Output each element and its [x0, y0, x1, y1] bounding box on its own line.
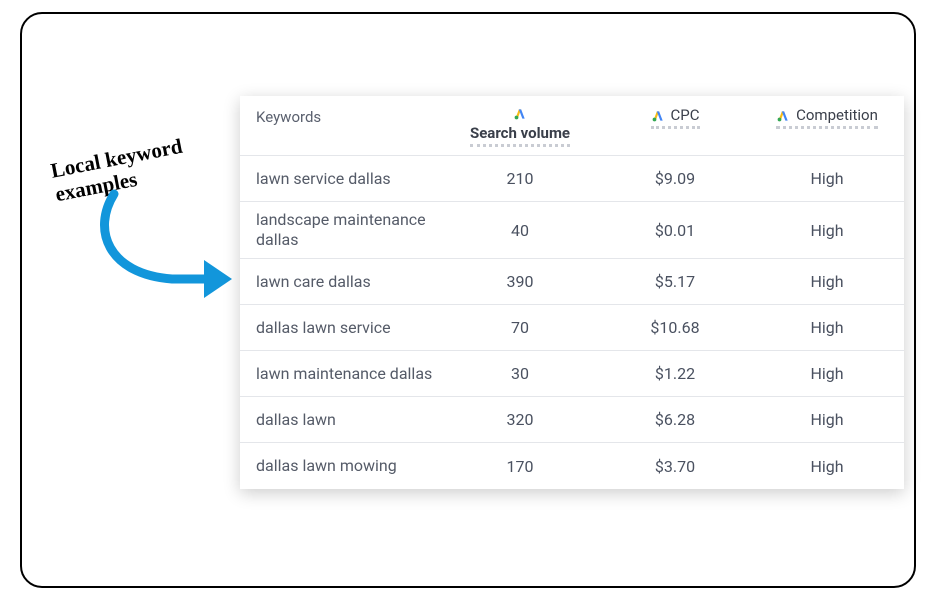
table-row[interactable]: lawn maintenance dallas30$1.22High	[240, 351, 904, 397]
cell-keyword: dallas lawn service	[240, 318, 440, 338]
cell-keyword: landscape maintenance dallas	[240, 210, 440, 250]
cell-keyword: dallas lawn	[240, 410, 440, 430]
table-body: lawn service dallas210$9.09Highlandscape…	[240, 156, 904, 489]
cell-competition: High	[750, 410, 904, 429]
table-row[interactable]: dallas lawn service70$10.68High	[240, 305, 904, 351]
google-ads-icon	[776, 108, 790, 122]
cell-cpc: $6.28	[600, 410, 750, 429]
table-row[interactable]: dallas lawn320$6.28High	[240, 397, 904, 443]
cell-cpc: $3.70	[600, 457, 750, 476]
cell-search-volume: 40	[440, 221, 600, 240]
cell-search-volume: 210	[440, 169, 600, 188]
cell-search-volume: 30	[440, 364, 600, 383]
cell-competition: High	[750, 457, 904, 476]
cell-search-volume: 320	[440, 410, 600, 429]
cell-cpc: $10.68	[600, 318, 750, 337]
table-row[interactable]: landscape maintenance dallas40$0.01High	[240, 202, 904, 259]
keyword-table: Keywords Search volume	[240, 96, 904, 489]
table-row[interactable]: lawn service dallas210$9.09High	[240, 156, 904, 202]
cell-cpc: $5.17	[600, 272, 750, 291]
google-ads-icon	[513, 106, 527, 120]
header-competition[interactable]: Competition	[750, 106, 904, 129]
cell-keyword: lawn care dallas	[240, 272, 440, 292]
cell-competition: High	[750, 364, 904, 383]
google-ads-icon	[651, 108, 665, 122]
outer-frame: Local keyword examples Keywords S	[20, 12, 916, 588]
header-competition-label: Competition	[796, 106, 878, 124]
header-search-volume[interactable]: Search volume	[440, 106, 600, 147]
annotation-arrow-icon	[92, 184, 242, 304]
cell-cpc: $9.09	[600, 169, 750, 188]
cell-search-volume: 70	[440, 318, 600, 337]
header-cpc[interactable]: CPC	[600, 106, 750, 129]
cell-keyword: lawn service dallas	[240, 169, 440, 189]
cell-search-volume: 170	[440, 457, 600, 476]
table-header-row: Keywords Search volume	[240, 96, 904, 156]
cell-keyword: lawn maintenance dallas	[240, 364, 440, 384]
cell-cpc: $1.22	[600, 364, 750, 383]
header-search-volume-label: Search volume	[470, 124, 570, 147]
header-cpc-label: CPC	[671, 106, 700, 124]
table-row[interactable]: dallas lawn mowing170$3.70High	[240, 443, 904, 489]
table-row[interactable]: lawn care dallas390$5.17High	[240, 259, 904, 305]
header-keywords[interactable]: Keywords	[240, 106, 440, 126]
cell-keyword: dallas lawn mowing	[240, 456, 440, 476]
cell-competition: High	[750, 169, 904, 188]
cell-search-volume: 390	[440, 272, 600, 291]
cell-competition: High	[750, 318, 904, 337]
cell-competition: High	[750, 272, 904, 291]
cell-cpc: $0.01	[600, 221, 750, 240]
cell-competition: High	[750, 221, 904, 240]
